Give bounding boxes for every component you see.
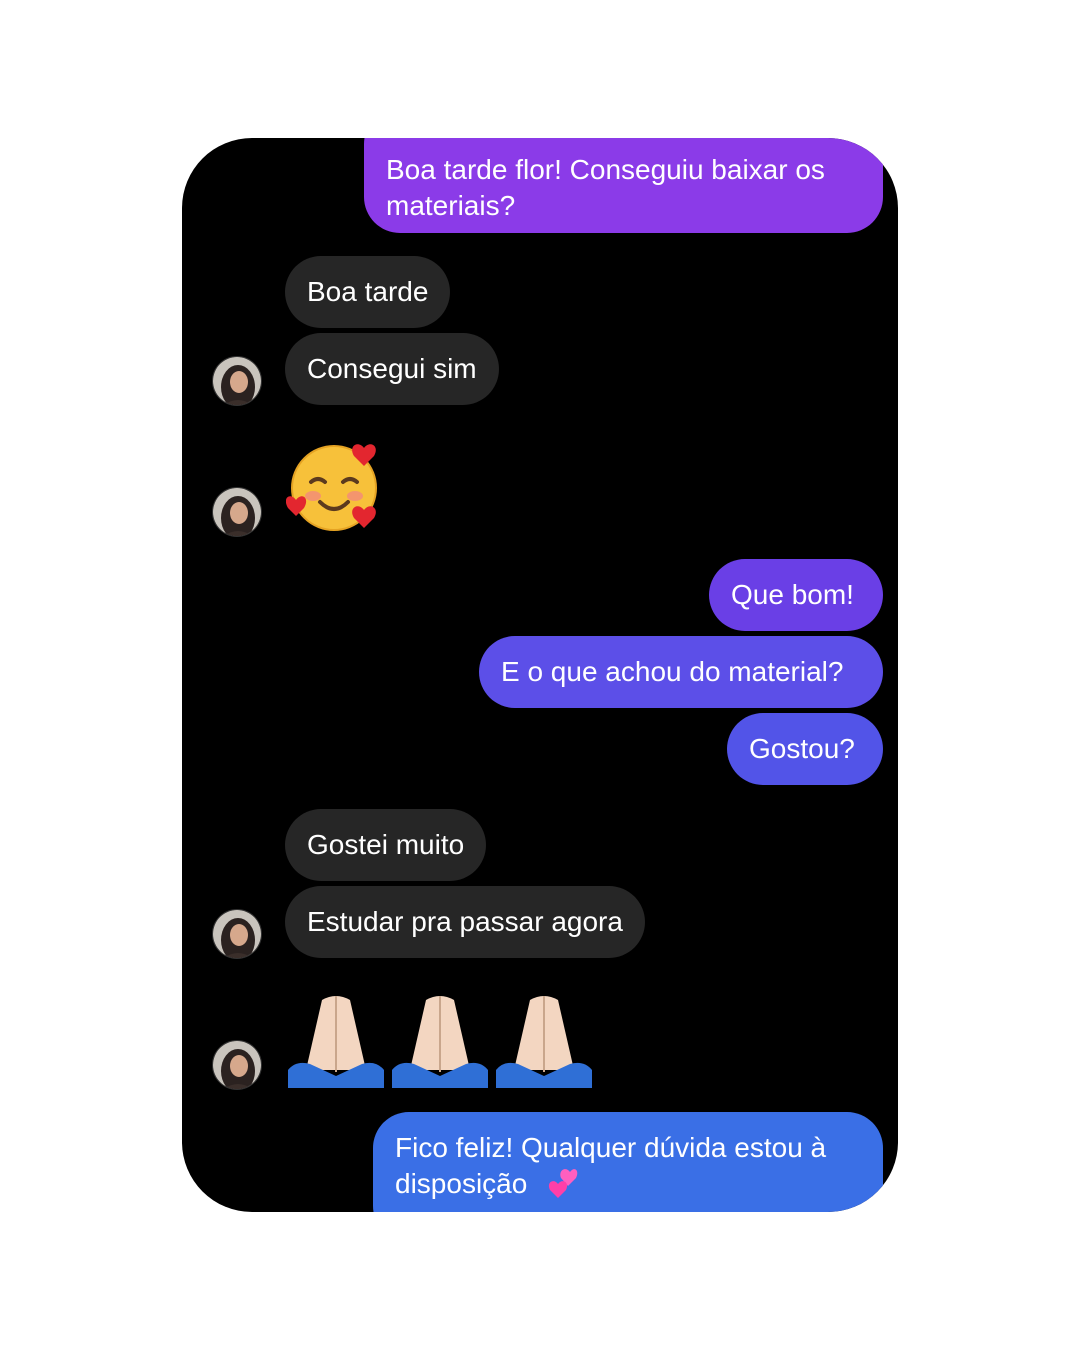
contact-avatar[interactable] [212,1040,262,1090]
message-text: Gostei muito [307,829,465,860]
message-text: Boa tarde [307,276,429,307]
message-text: Que bom! [731,579,854,610]
avatar-image [213,910,261,958]
incoming-message-estudar[interactable]: Estudar pra passar agora [285,886,645,958]
incoming-message-boa-tarde[interactable]: Boa tarde [285,256,451,328]
outgoing-message-1[interactable]: Boa tarde flor! Conseguiu baixar os mate… [364,138,883,233]
folded-hands-emoji-message[interactable] [286,990,596,1090]
folded-hands-icon [288,996,592,1088]
avatar-image [213,1041,261,1089]
contact-avatar[interactable] [212,356,262,406]
contact-avatar[interactable] [212,487,262,537]
message-text: Gostou? [749,733,855,764]
smiling-face-with-hearts-icon[interactable] [285,438,386,533]
message-text: Consegui sim [307,353,477,384]
outgoing-message-fico-feliz[interactable]: Fico feliz! Qualquer dúvida estou à disp… [373,1112,883,1212]
chat-screen: Boa tarde flor! Conseguiu baixar os mate… [182,138,898,1212]
message-text: Fico feliz! Qualquer dúvida estou à disp… [395,1132,827,1199]
outgoing-message-que-bom[interactable]: Que bom! [709,559,883,631]
avatar-image [213,357,261,405]
outgoing-message-gostou[interactable]: Gostou? [727,713,883,785]
contact-avatar[interactable] [212,909,262,959]
incoming-message-consegui-sim[interactable]: Consegui sim [285,333,499,405]
incoming-message-gostei-muito[interactable]: Gostei muito [285,809,487,881]
outgoing-message-achou-material[interactable]: E o que achou do material? [479,636,883,708]
avatar-image [213,488,261,536]
message-text: E o que achou do material? [501,656,844,687]
message-text: Estudar pra passar agora [307,906,623,937]
two-hearts-icon [548,1166,584,1209]
